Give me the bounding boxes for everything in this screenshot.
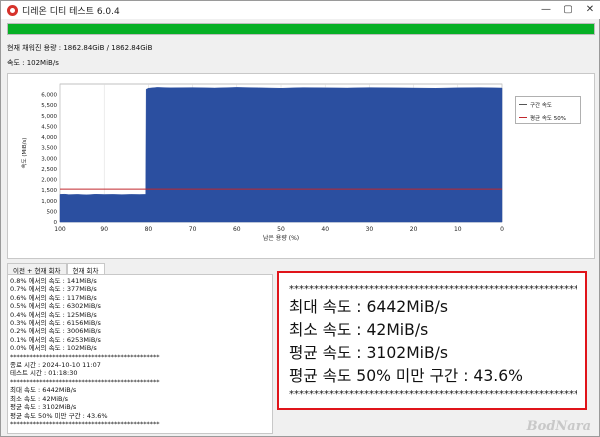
window-controls: — ▢ ✕: [535, 1, 600, 19]
y-tick-label: 500: [47, 209, 58, 215]
callout-avg-speed: 평균 속도 : 3102MiB/s: [289, 344, 449, 362]
log-line: 최대 속도 : 6442MiB/s: [10, 386, 77, 395]
legend-item-section: 구간 속도: [516, 99, 580, 110]
log-line: 0.4% 에서의 속도 : 125MiB/s: [10, 310, 97, 319]
chart-legend: 구간 속도 평균 속도 50%: [515, 96, 581, 124]
speed-chart: 0 500 1,000 1,500 2,000 2,500 3,000 3,500 4,000 4…: [7, 73, 595, 259]
y-tick-label: 5,500: [41, 103, 57, 109]
x-tick-label: 40: [321, 226, 329, 233]
app-window: 디레온 디티 테스트 6.0.4 — ▢ ✕ 현재 채워진 용량 : 1862.…: [0, 0, 600, 437]
y-tick-label: 3,500: [41, 146, 57, 152]
x-tick-label: 90: [100, 226, 108, 233]
window-title: 디레온 디티 테스트 6.0.4: [22, 6, 120, 17]
x-tick-label: 50: [277, 226, 285, 233]
title-bar[interactable]: 디레온 디티 테스트 6.0.4 — ▢ ✕: [1, 1, 600, 19]
legend-label-avg: 평균 속도 50%: [530, 115, 566, 122]
tab-current-round[interactable]: 현재 회차: [66, 263, 105, 275]
x-tick-label: 0: [500, 226, 504, 233]
tab-all-rounds[interactable]: 이전 + 현재 회차: [7, 263, 67, 275]
log-line: ****************************************…: [10, 352, 160, 361]
capacity-label: 현재 채워진 용량 : 1862.84GiB / 1862.84GiB: [7, 44, 153, 52]
summary-callout: ****************************************…: [277, 271, 587, 410]
log-line: 0.1% 에서의 속도 : 6253MiB/s: [10, 335, 101, 344]
maximize-button[interactable]: ▢: [557, 1, 579, 19]
y-tick-label: 3,000: [41, 156, 57, 162]
y-tick-label: 6,000: [41, 93, 57, 99]
log-line: 0.7% 에서의 속도 : 377MiB/s: [10, 285, 97, 294]
x-axis-label: 남은 용량 (%): [263, 234, 299, 242]
log-panel[interactable]: 0.8% 에서의 속도 : 141MiB/s 0.7% 에서의 속도 : 377M…: [7, 274, 273, 434]
app-logo-icon: [7, 4, 18, 16]
callout-min-speed: 최소 속도 : 42MiB/s: [289, 321, 429, 339]
watermark-logo: BodNara: [526, 419, 591, 434]
progress-fill: [8, 24, 594, 34]
x-tick-label: 10: [454, 226, 462, 233]
x-tick-label: 60: [233, 226, 241, 233]
log-tabs: 이전 + 현재 회차 현재 회차: [7, 263, 105, 275]
minimize-button[interactable]: —: [535, 1, 557, 19]
y-tick-label: 4,000: [41, 135, 57, 141]
log-line: 최소 속도 : 42MiB/s: [10, 394, 69, 403]
y-tick-label: 2,000: [41, 178, 57, 184]
legend-item-avg: 평균 속도 50%: [516, 112, 580, 123]
log-line: 평균 속도 : 3102MiB/s: [10, 403, 77, 412]
x-tick-label: 30: [366, 226, 374, 233]
log-line: 0.5% 에서의 속도 : 6302MiB/s: [10, 302, 101, 311]
y-tick-label: 1,000: [41, 199, 57, 205]
speed-chart-svg: 0 500 1,000 1,500 2,000 2,500 3,000 3,500 4,000 4…: [20, 83, 504, 242]
log-line: 테스트 시간 : 01:18:30: [10, 369, 78, 378]
callout-divider-top: ****************************************…: [289, 284, 577, 295]
legend-label-section: 구간 속도: [530, 102, 552, 109]
fill-progress-bar: [7, 23, 595, 35]
callout-below-avg: 평균 속도 50% 미만 구간 : 43.6%: [289, 367, 523, 385]
callout-max-speed: 최대 속도 : 6442MiB/s: [289, 298, 449, 316]
legend-swatch-section: [519, 103, 527, 106]
log-line: 0.0% 에서의 속도 : 102MiB/s: [10, 344, 97, 353]
callout-divider-bottom: ****************************************…: [289, 389, 577, 400]
log-line: 평균 속도 50% 미만 구간 : 43.6%: [10, 411, 108, 420]
speed-label: 속도 : 102MiB/s: [7, 59, 59, 67]
y-tick-label: 1,500: [41, 188, 57, 194]
x-tick-label: 80: [145, 226, 153, 233]
x-tick-label: 100: [54, 226, 66, 233]
x-tick-label: 20: [410, 226, 418, 233]
y-axis-label: 속도 (MiB/s): [20, 138, 28, 169]
close-button[interactable]: ✕: [579, 1, 600, 19]
log-line: 0.2% 에서의 속도 : 3006MiB/s: [10, 327, 101, 336]
y-tick-label: 2,500: [41, 167, 57, 173]
y-tick-label: 5,000: [41, 114, 57, 120]
log-line: 0.6% 에서의 속도 : 117MiB/s: [10, 293, 97, 302]
x-tick-label: 70: [189, 226, 197, 233]
legend-swatch-avg: [519, 116, 527, 119]
log-line: ****************************************…: [10, 419, 160, 428]
y-tick-label: 4,500: [41, 124, 57, 130]
